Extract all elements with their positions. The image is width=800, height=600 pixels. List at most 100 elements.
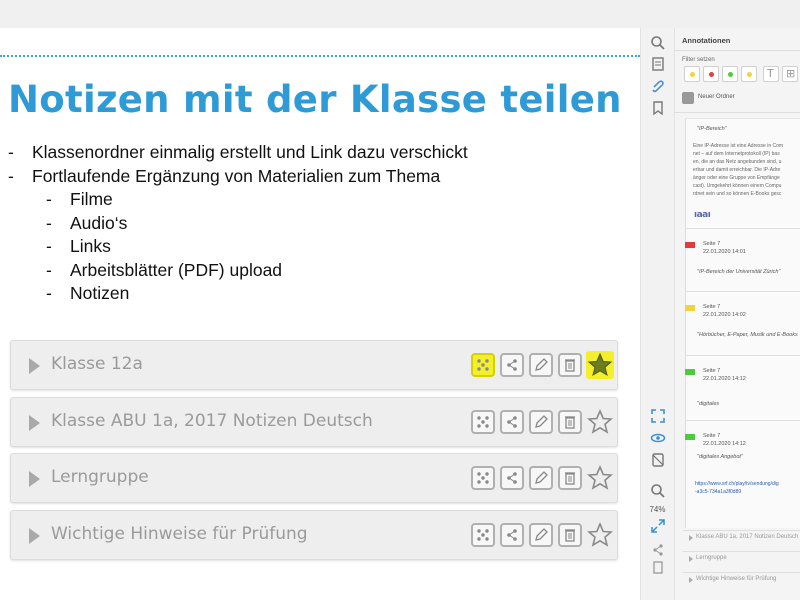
tool-strip: 74% [640, 28, 675, 600]
divider [685, 355, 800, 356]
trash-icon[interactable] [558, 410, 582, 434]
annotation-link[interactable]: -a3c5-734a1a3f0d89 [695, 489, 741, 495]
annotation-date: 22.01.2020 14:12 [703, 441, 746, 447]
bullet-item: - Fortlaufende Ergänzung von Materialien … [8, 165, 441, 186]
bookmark-icon[interactable] [650, 100, 666, 116]
expand-triangle-icon[interactable] [29, 358, 40, 374]
text-filter-icon[interactable]: T [763, 66, 779, 82]
panel-folder-name: Wichtige Hinweise für Prüfung [696, 576, 777, 582]
grid-icon[interactable] [471, 353, 495, 377]
panel-title: Annotationen [682, 36, 731, 45]
color-dot-icon [709, 72, 714, 77]
filter-color-button[interactable] [684, 66, 700, 82]
annotation-page[interactable]: Seite 7 [703, 304, 720, 310]
grid-icon[interactable] [471, 523, 495, 547]
sub-bullet-item: - Filme [46, 189, 113, 209]
folder-icon [682, 92, 694, 104]
divider [685, 420, 800, 421]
share-icon[interactable] [500, 523, 524, 547]
search-icon[interactable] [650, 35, 666, 51]
folder-name: Klasse 12a [51, 354, 143, 374]
trash-icon[interactable] [558, 466, 582, 490]
paperclip-icon[interactable] [650, 78, 666, 94]
panel-folder-row[interactable]: Klasse ABU 1a, 2017 Notizen Deutsch [683, 530, 800, 544]
folder-row[interactable]: Lerngruppe [10, 453, 618, 503]
share-icon[interactable] [500, 353, 524, 377]
fullscreen-icon[interactable] [650, 408, 666, 424]
annotation-quote: "Hörbücher, E-Paper, Musik und E-Books [697, 332, 798, 338]
star-icon[interactable] [586, 521, 614, 549]
edit-icon[interactable] [529, 410, 553, 434]
annotation-link[interactable]: https://www.srf.ch/play/tv/sendung/dig [695, 481, 779, 487]
new-folder-button[interactable]: Neuer Ordner [682, 92, 800, 104]
strike-filter-icon: ⊞ [786, 67, 796, 80]
star-icon[interactable] [586, 464, 614, 492]
filter-color-button[interactable] [722, 66, 738, 82]
color-dot-icon [728, 72, 733, 77]
annotation-date: 22.01.2020 14:01 [703, 249, 746, 255]
panel-folder-row[interactable]: Lerngruppe [683, 551, 800, 565]
annotation-quote: "IP-Bereich der Universität Zürich" [697, 269, 781, 275]
folder-row[interactable]: Wichtige Hinweise für Prüfung [10, 510, 618, 560]
divider [685, 228, 800, 229]
expand-triangle-icon [689, 556, 693, 562]
panel-folder-row[interactable]: Wichtige Hinweise für Prüfung [683, 572, 800, 586]
share-icon[interactable] [500, 466, 524, 490]
divider [675, 50, 800, 51]
sub-bullet-item: - Links [46, 236, 111, 256]
text-filter-icon: T [767, 67, 774, 80]
grid-icon[interactable] [471, 410, 495, 434]
filter-color-button[interactable] [703, 66, 719, 82]
filter-color-button[interactable] [741, 66, 757, 82]
annotation-color-marker [685, 305, 695, 311]
tablet-icon[interactable] [650, 452, 666, 468]
bullet-list: - Klassenordner einmalig erstellt und Lin… [8, 142, 628, 307]
annotation-page[interactable]: Seite 7 [703, 368, 720, 374]
grid-icon[interactable] [471, 466, 495, 490]
folder-row[interactable]: Klasse 12a [10, 340, 618, 390]
filter-label: Filter setzen [682, 57, 715, 63]
folder-name: Klasse ABU 1a, 2017 Notizen Deutsch [51, 411, 373, 431]
annotations-panel: Annotationen Filter setzen T ⊞ Neuer Ordn… [675, 28, 800, 600]
annotation-page[interactable]: Seite 7 [703, 433, 720, 439]
bullet-item: - Klassenordner einmalig erstellt und Lin… [8, 142, 468, 162]
eye-icon[interactable] [650, 430, 666, 446]
share-icon[interactable] [500, 410, 524, 434]
zoom-icon[interactable] [650, 483, 666, 499]
page-icon[interactable] [650, 560, 666, 576]
document-icon[interactable] [650, 56, 666, 72]
annotation-date: 22.01.2020 14:02 [703, 312, 746, 318]
share-icon[interactable] [650, 542, 666, 558]
folder-name: Lerngruppe [51, 467, 149, 487]
panel-folder-name: Klasse ABU 1a, 2017 Notizen Deutsch [696, 534, 799, 540]
edit-icon[interactable] [529, 353, 553, 377]
edit-icon[interactable] [529, 523, 553, 547]
top-bar [0, 0, 800, 28]
star-icon[interactable] [586, 408, 614, 436]
folder-row[interactable]: Klasse ABU 1a, 2017 Notizen Deutsch [10, 397, 618, 447]
strike-filter-icon[interactable]: ⊞ [782, 66, 798, 82]
slide-title: Notizen mit der Klasse teilen [8, 78, 622, 121]
annotation-color-marker [685, 242, 695, 248]
annotation-color-marker [685, 434, 695, 440]
annotation-date: 22.01.2020 14:12 [703, 376, 746, 382]
folder-name: Wichtige Hinweise für Prüfung [51, 524, 308, 544]
sub-bullet-item: - Notizen [46, 283, 130, 303]
annotation-page[interactable]: Seite 7 [703, 241, 720, 247]
annotation-quote: "digitales Angebot" [697, 454, 743, 460]
expand-icon[interactable] [650, 518, 666, 534]
expand-triangle-icon[interactable] [29, 415, 40, 431]
panel-folder-name: Lerngruppe [696, 555, 727, 561]
edit-icon[interactable] [529, 466, 553, 490]
divider [675, 112, 800, 113]
zoom-level: 74% [649, 505, 666, 514]
expand-triangle-icon[interactable] [29, 528, 40, 544]
sub-bullet-item: - Audio‘s [46, 212, 128, 233]
trash-icon[interactable] [558, 523, 582, 547]
trash-icon[interactable] [558, 353, 582, 377]
dotted-divider [0, 55, 640, 57]
annotation-color-marker [685, 369, 695, 375]
divider [685, 291, 800, 292]
star-filled-icon[interactable] [586, 351, 614, 379]
expand-triangle-icon[interactable] [29, 471, 40, 487]
